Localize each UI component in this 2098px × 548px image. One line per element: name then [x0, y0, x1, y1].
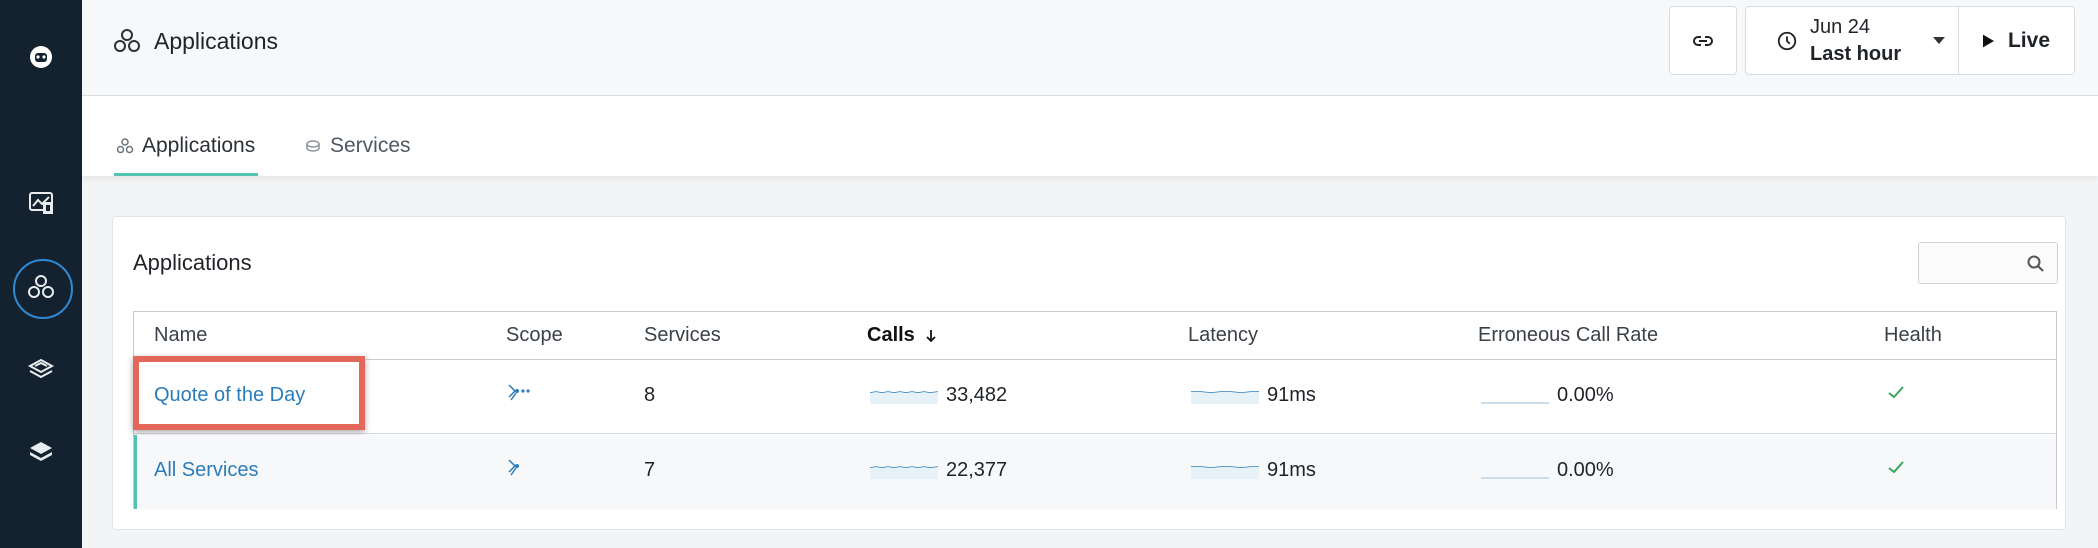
card-title: Applications — [133, 250, 252, 275]
sort-descending-icon — [926, 329, 936, 342]
search-icon — [2027, 255, 2044, 272]
services-count: 8 — [644, 384, 656, 406]
error-rate-sparkline — [1481, 401, 1549, 404]
calls-sparkline — [870, 465, 938, 479]
column-header-calls[interactable]: Calls — [867, 324, 937, 347]
calls-cell: 33,482 — [870, 384, 1007, 407]
logo-icon[interactable] — [9, 32, 73, 82]
applications-icon — [116, 138, 134, 154]
column-header-scope[interactable]: Scope — [506, 324, 563, 347]
latency-cell: 91ms — [1191, 459, 1316, 482]
services-icon — [306, 140, 320, 152]
health-cell — [1886, 382, 1906, 402]
page-header: Applications Jun 24 Last hour Live — [82, 0, 2098, 96]
table-row[interactable]: Quote of the Day 8 33,482 91ms 0.00% — [133, 356, 2056, 434]
applications-card: Applications Name Scope Services Calls L… — [112, 216, 2066, 530]
column-header-latency[interactable]: Latency — [1188, 324, 1258, 347]
platform-layers-icon[interactable] — [9, 428, 73, 478]
error-rate-value: 0.00% — [1557, 384, 1614, 406]
application-name-cell: Quote of the Day — [154, 384, 305, 407]
page-title-text: Applications — [154, 27, 279, 54]
column-header-services[interactable]: Services — [644, 324, 721, 347]
tab-label: Services — [330, 134, 411, 157]
chevron-down-icon — [1933, 37, 1946, 44]
link-icon — [1693, 35, 1713, 46]
services-count: 7 — [644, 459, 656, 481]
scope-cell — [506, 382, 532, 404]
applications-table: Name Scope Services Calls Latency Errone… — [133, 311, 2057, 509]
column-header-health[interactable]: Health — [1884, 324, 1942, 347]
time-range-label: Last hour — [1810, 42, 1902, 65]
column-header-erroneous-call-rate[interactable]: Erroneous Call Rate — [1478, 324, 1658, 347]
live-button[interactable]: Live — [1958, 6, 2075, 75]
calls-sparkline — [870, 390, 938, 404]
dashboard-icon[interactable] — [9, 178, 73, 228]
error-rate-sparkline — [1481, 476, 1549, 479]
error-rate-value: 0.00% — [1557, 459, 1614, 481]
calls-value: 22,377 — [946, 459, 1008, 481]
clock-icon — [1777, 31, 1797, 50]
latency-value: 91ms — [1267, 459, 1316, 481]
play-icon — [1982, 34, 1994, 47]
application-link[interactable]: Quote of the Day — [154, 384, 305, 407]
application-link[interactable]: All Services — [154, 459, 258, 482]
infrastructure-icon[interactable] — [9, 345, 73, 395]
time-range-picker[interactable]: Jun 24 Last hour — [1745, 6, 1959, 75]
applications-icon — [114, 29, 140, 52]
table-header: Name Scope Services Calls Latency Errone… — [134, 312, 2056, 360]
live-label: Live — [2007, 28, 2051, 52]
table-row[interactable]: All Services 7 22,377 91ms 0.00% — [134, 435, 2056, 509]
error-rate-cell: 0.00% — [1481, 384, 1614, 407]
scope-icon — [508, 459, 519, 476]
latency-sparkline — [1191, 465, 1259, 479]
tab-bar: Applications Services — [82, 96, 2098, 176]
applications-nav-icon[interactable] — [9, 259, 73, 319]
column-header-calls-label: Calls — [867, 324, 915, 346]
tab-applications[interactable]: Applications — [114, 134, 258, 176]
column-header-name[interactable]: Name — [154, 324, 207, 347]
search-input[interactable] — [1918, 242, 2058, 284]
copy-link-button[interactable] — [1669, 6, 1737, 75]
latency-value: 91ms — [1267, 384, 1316, 406]
latency-cell: 91ms — [1191, 384, 1316, 407]
time-date: Jun 24 — [1810, 15, 1871, 38]
error-rate-cell: 0.00% — [1481, 459, 1614, 482]
calls-value: 33,482 — [946, 384, 1008, 406]
scope-icon — [508, 384, 530, 401]
left-nav-rail — [0, 0, 82, 548]
tab-label: Applications — [142, 134, 256, 157]
calls-cell: 22,377 — [870, 459, 1007, 482]
health-cell — [1886, 457, 1906, 477]
page-title: Applications — [112, 26, 278, 56]
application-name-cell: All Services — [154, 459, 258, 482]
check-icon — [1888, 386, 1904, 399]
scope-cell — [506, 457, 532, 479]
tab-services[interactable]: Services — [304, 134, 411, 176]
check-icon — [1888, 461, 1904, 474]
latency-sparkline — [1191, 390, 1259, 404]
